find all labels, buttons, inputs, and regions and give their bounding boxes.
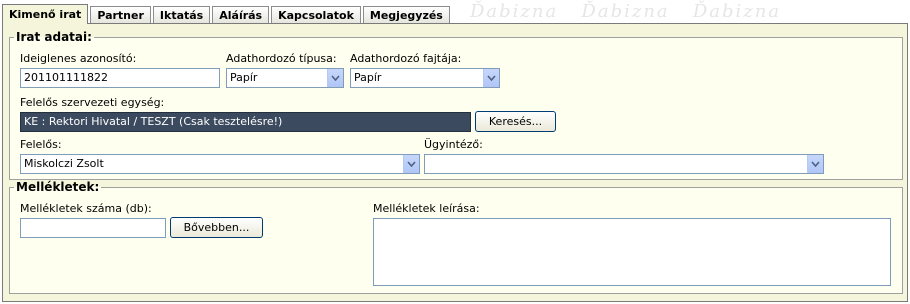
ugyintezo-label: Ügyintéző: [424, 138, 483, 151]
bovebben-button[interactable]: Bővebben... [170, 217, 263, 238]
chevron-down-icon[interactable] [807, 155, 823, 173]
mellekletek-legend: Mellékletek: [16, 180, 100, 194]
chevron-down-icon[interactable] [403, 155, 419, 173]
chevron-down-icon[interactable] [327, 69, 343, 87]
adathordozo-fajtaja-label: Adathordozó fajtája: [350, 52, 462, 65]
tab-kimeno-irat[interactable]: Kimenő irat [2, 4, 89, 24]
mellekletek-szama-input[interactable] [20, 218, 166, 238]
felelos-szervezeti-egyseg-input[interactable]: KE : Rektori Hivatal / TESZT (Csak teszt… [20, 112, 471, 132]
irat-adatai-legend: Irat adatai: [16, 30, 92, 44]
ugyintezo-select[interactable] [424, 154, 824, 174]
ideiglenes-azonosito-input[interactable]: 201101111822 [20, 68, 220, 88]
adathordozo-tipusa-select[interactable]: Papír [226, 68, 344, 88]
felelos-select[interactable]: Miskolczi Zsolt [20, 154, 420, 174]
tab-panel: Irat adatai: Ideiglenes azonosító: 20110… [2, 23, 908, 302]
adathordozo-tipusa-label: Adathordozó típusa: [226, 52, 337, 65]
mellekletek-leirasa-label: Mellékletek leírása: [373, 202, 480, 215]
felelos-szervezeti-egyseg-label: Felelős szervezeti egység: [20, 96, 165, 109]
tab-partner[interactable]: Partner [90, 6, 151, 24]
kereses-button[interactable]: Keresés... [475, 111, 556, 132]
felelos-label: Felelős: [20, 138, 62, 151]
chevron-down-icon[interactable] [483, 69, 499, 87]
adathordozo-fajtaja-select[interactable]: Papír [350, 68, 500, 88]
ideiglenes-azonosito-label: Ideiglenes azonosító: [20, 52, 137, 65]
mellekletek-szama-label: Mellékletek száma (db): [20, 202, 152, 215]
mellekletek-leirasa-textarea[interactable] [373, 218, 891, 286]
tab-alairas[interactable]: Aláírás [212, 6, 270, 24]
irat-adatai-fieldset: Irat adatai: Ideiglenes azonosító: 20110… [9, 30, 903, 180]
adathordozo-fajtaja-value: Papír [354, 71, 382, 84]
tab-bar: Kimenő irat Partner Iktatás Aláírás Kapc… [2, 4, 452, 24]
tab-kapcsolatok[interactable]: Kapcsolatok [271, 6, 361, 24]
adathordozo-tipusa-value: Papír [230, 71, 258, 84]
mellekletek-fieldset: Mellékletek: Mellékletek száma (db): Bőv… [9, 180, 903, 294]
tab-megjegyzes[interactable]: Megjegyzés [362, 6, 450, 24]
background-watermark: Ďabizna Ďabizna Ďabizna [470, 1, 782, 22]
felelos-value: Miskolczi Zsolt [24, 157, 104, 170]
tab-iktatas[interactable]: Iktatás [152, 6, 211, 24]
